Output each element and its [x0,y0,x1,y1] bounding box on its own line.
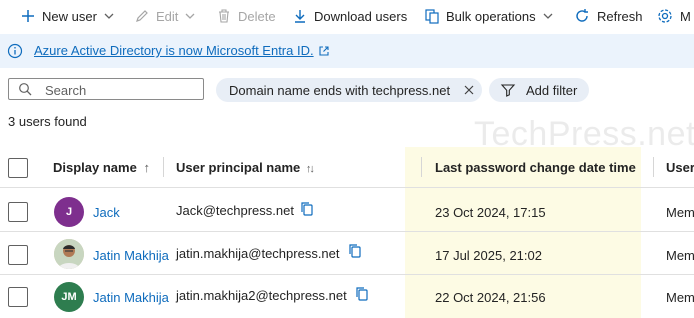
info-icon [7,43,23,59]
user-type-value: Mem [666,290,694,305]
filter-icon [500,84,516,97]
upn-value: jatin.makhija2@techpress.net [176,288,347,303]
new-user-label: New user [42,8,97,24]
trash-icon [219,9,229,23]
avatar: JM [54,282,84,312]
column-header-upn[interactable]: User principal name ↑↓ [176,160,315,175]
bulk-operations-button[interactable]: Bulk operations [424,5,554,27]
active-filter-pill[interactable]: Domain name ends with techpress.net [216,78,482,102]
select-all-checkbox[interactable] [8,158,28,178]
user-type-value: Mem [666,248,694,263]
row-checkbox[interactable] [8,287,28,307]
download-users-button[interactable]: Download users [292,5,407,27]
chevron-down-icon [543,13,553,19]
search-input[interactable]: Search [8,78,204,100]
column-header-last-password-change[interactable]: Last password change date time [435,160,636,175]
delete-button[interactable]: Delete [216,5,276,27]
display-name-link[interactable]: Jack [93,205,120,220]
column-divider[interactable] [163,157,164,177]
column-divider[interactable] [653,157,654,177]
result-count: 3 users found [8,114,87,129]
last-password-change-value: 17 Jul 2025, 21:02 [435,248,542,263]
copy-icon[interactable] [300,201,315,217]
display-name-link[interactable]: Jatin Makhija [93,290,169,305]
chevron-down-icon [185,13,195,19]
plus-icon [22,10,34,22]
sort-ascending-icon: ↑ [143,160,150,175]
active-filter-label: Domain name ends with techpress.net [229,82,451,98]
display-name-link[interactable]: Jatin Makhija [93,248,169,263]
last-password-change-value: 22 Oct 2024, 21:56 [435,290,546,305]
download-icon [295,10,305,23]
user-photo-icon [54,239,84,269]
search-placeholder: Search [45,83,87,98]
banner-link[interactable]: Azure Active Directory is now Microsoft … [34,43,314,58]
refresh-label: Refresh [597,8,643,24]
bulk-operations-icon [425,9,439,24]
column-header-user-type[interactable]: User [666,160,694,175]
upn-value: jatin.makhija@techpress.net [176,246,340,261]
avatar: J [54,197,84,227]
copy-icon[interactable] [348,243,363,259]
manage-view-label: M [680,8,691,24]
sort-both-icon: ↑↓ [305,163,315,175]
info-banner: Azure Active Directory is now Microsoft … [0,34,694,68]
external-link-icon[interactable] [318,45,330,57]
row-divider [0,231,694,232]
add-filter-label: Add filter [526,82,578,98]
column-header-display-name[interactable]: Display name ↑ [53,160,150,175]
bulk-operations-label: Bulk operations [446,8,536,24]
delete-label: Delete [238,8,276,24]
header-divider [0,187,694,188]
search-icon [19,83,32,96]
download-users-label: Download users [314,8,408,24]
gear-icon [658,9,672,23]
row-checkbox[interactable] [8,245,28,265]
refresh-button[interactable]: Refresh [573,5,643,27]
chevron-down-icon [104,13,114,19]
add-filter-button[interactable]: Add filter [489,78,589,102]
row-checkbox[interactable] [8,202,28,222]
close-icon[interactable] [463,84,475,96]
row-divider [0,274,694,275]
user-type-value: Mem [666,205,694,220]
edit-label: Edit [156,8,179,24]
refresh-icon [576,9,588,22]
command-bar: New user Edit Delete Download users Bulk… [0,0,694,32]
copy-icon[interactable] [355,286,370,302]
manage-view-button[interactable]: M [656,5,691,27]
last-password-change-value: 23 Oct 2024, 17:15 [435,205,546,220]
new-user-button[interactable]: New user [20,5,115,27]
upn-value: Jack@techpress.net [176,203,294,218]
edit-button[interactable]: Edit [134,5,196,27]
pencil-icon [136,10,148,22]
avatar [54,239,84,269]
column-divider[interactable] [421,157,422,177]
